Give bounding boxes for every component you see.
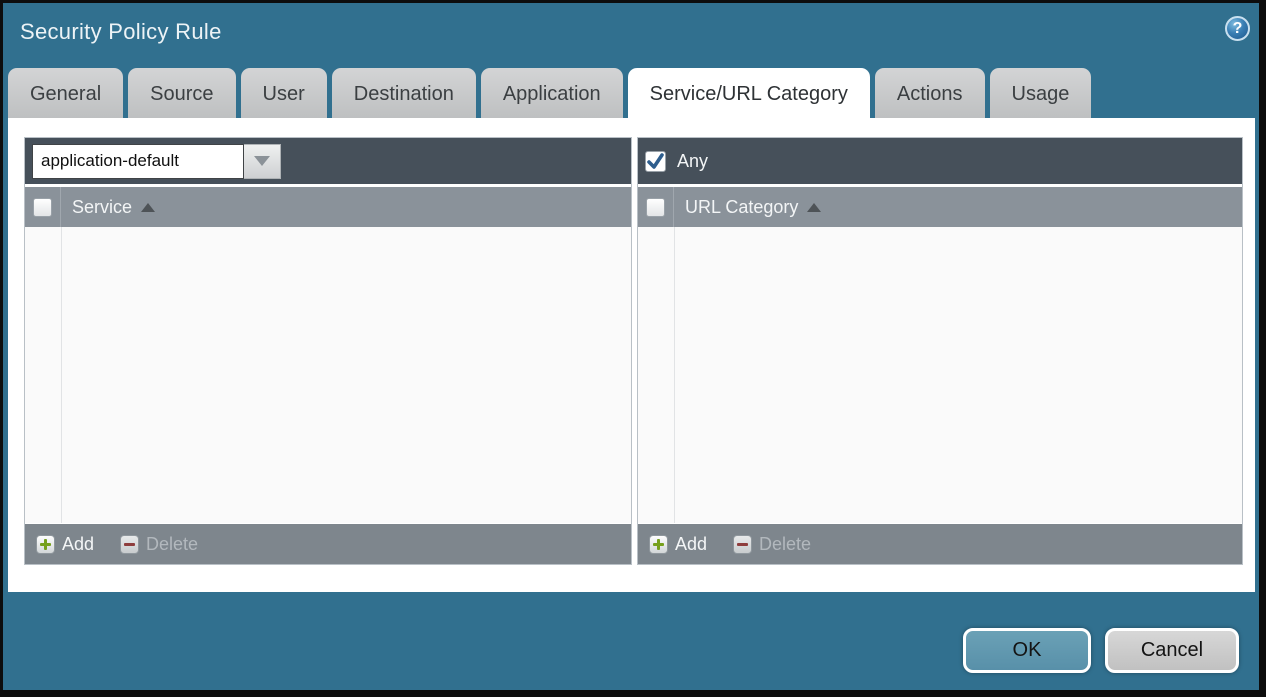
tab-user[interactable]: User [241,68,327,118]
tab-service-url-category[interactable]: Service/URL Category [628,68,870,118]
checkmark-icon [646,152,665,171]
add-plus-icon [36,535,55,554]
url-category-column-label: URL Category [685,197,798,218]
url-category-table-footer: Add Delete [638,524,1242,564]
service-type-dropdown-button[interactable] [244,144,281,179]
sort-ascending-icon [807,203,821,212]
tab-actions[interactable]: Actions [875,68,985,118]
delete-minus-icon [733,535,752,554]
url-category-select-all-checkbox[interactable] [646,198,665,217]
ok-button[interactable]: OK [963,628,1091,673]
url-category-panel: Any URL Category Add [637,137,1243,565]
any-checkbox[interactable] [645,151,666,172]
delete-label: Delete [759,534,811,555]
chevron-down-icon [254,156,270,166]
service-column-header[interactable]: Service [61,187,155,227]
tab-destination[interactable]: Destination [332,68,476,118]
security-policy-rule-dialog: Security Policy Rule ? General Source Us… [0,0,1266,697]
tab-bar: General Source User Destination Applicat… [8,68,1091,118]
column-separator [61,227,62,523]
url-category-delete-button[interactable]: Delete [733,534,811,555]
url-category-table-body [638,227,1242,523]
service-table-body [25,227,631,523]
service-select-all-checkbox[interactable] [33,198,52,217]
tab-application[interactable]: Application [481,68,623,118]
cancel-button[interactable]: Cancel [1105,628,1239,673]
delete-label: Delete [146,534,198,555]
add-plus-icon [649,535,668,554]
dialog-title: Security Policy Rule [20,19,222,45]
service-toolbar [25,138,631,184]
url-category-table-header: URL Category [638,187,1242,227]
delete-minus-icon [120,535,139,554]
service-panel: Service Add Delete [24,137,632,565]
service-table-header: Service [25,187,631,227]
tab-source[interactable]: Source [128,68,235,118]
add-label: Add [675,534,707,555]
service-table-footer: Add Delete [25,524,631,564]
url-category-add-button[interactable]: Add [649,534,707,555]
column-separator [674,227,675,523]
any-label: Any [677,151,708,172]
tab-content-sheet: Service Add Delete [8,118,1255,592]
tab-usage[interactable]: Usage [990,68,1092,118]
service-type-input[interactable] [32,144,244,179]
url-category-select-all-cell [638,187,674,227]
service-column-label: Service [72,197,132,218]
add-label: Add [62,534,94,555]
url-category-column-header[interactable]: URL Category [674,187,821,227]
service-type-dropdown [32,144,281,179]
service-delete-button[interactable]: Delete [120,534,198,555]
help-icon[interactable]: ? [1225,16,1250,41]
tab-general[interactable]: General [8,68,123,118]
service-add-button[interactable]: Add [36,534,94,555]
sort-ascending-icon [141,203,155,212]
url-category-toolbar: Any [638,138,1242,184]
service-select-all-cell [25,187,61,227]
